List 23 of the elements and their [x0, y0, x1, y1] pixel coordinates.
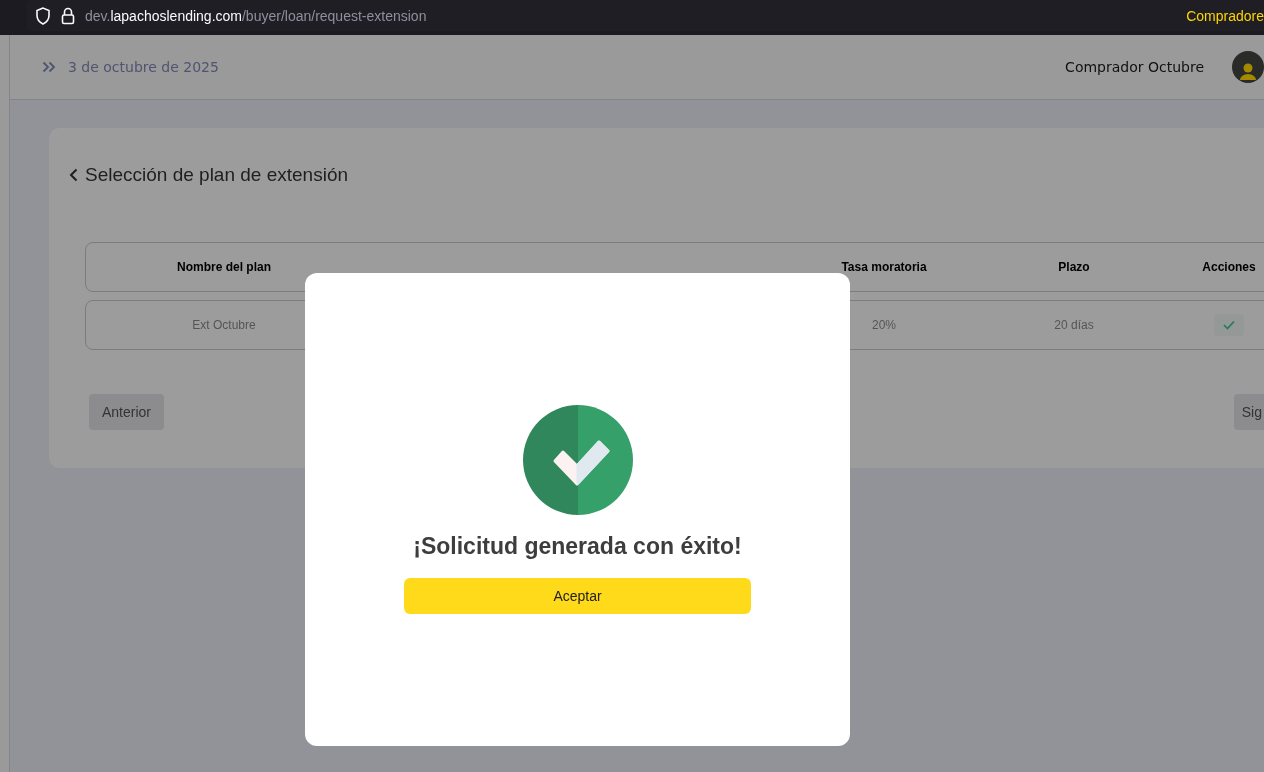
success-message: ¡Solicitud generada con éxito! — [413, 533, 742, 560]
lock-icon[interactable] — [61, 6, 75, 25]
user-avatar-icon[interactable] — [1232, 51, 1264, 83]
table-cell: 20 días — [1054, 318, 1094, 332]
table-cell: Ext Octubre — [192, 318, 256, 332]
address-url[interactable]: dev.lapachoslending.com/buyer/loan/request-extension — [85, 7, 427, 24]
shield-icon[interactable] — [35, 6, 51, 25]
nav-button[interactable]: Sig — [1233, 394, 1264, 430]
success-check-icon — [522, 405, 633, 515]
accept-button[interactable]: Aceptar — [404, 578, 751, 614]
profile-label: Compradore — [1186, 7, 1264, 24]
check-icon — [1223, 320, 1235, 330]
page-title: Selección de plan de extensión — [85, 164, 349, 186]
back-chevron-icon[interactable] — [69, 168, 79, 182]
column-header: Tasa moratoria — [841, 260, 927, 274]
column-header: Plazo — [1058, 260, 1090, 274]
column-header: Acciones — [1202, 260, 1256, 274]
double-chevron-icon[interactable] — [42, 61, 56, 73]
table-cell: 20% — [872, 318, 896, 332]
nav-button[interactable]: Anterior — [89, 394, 165, 430]
user-name: Comprador Octubre — [1065, 59, 1204, 75]
column-header: Nombre del plan — [177, 260, 271, 274]
current-date: 3 de octubre de 2025 — [68, 59, 219, 75]
